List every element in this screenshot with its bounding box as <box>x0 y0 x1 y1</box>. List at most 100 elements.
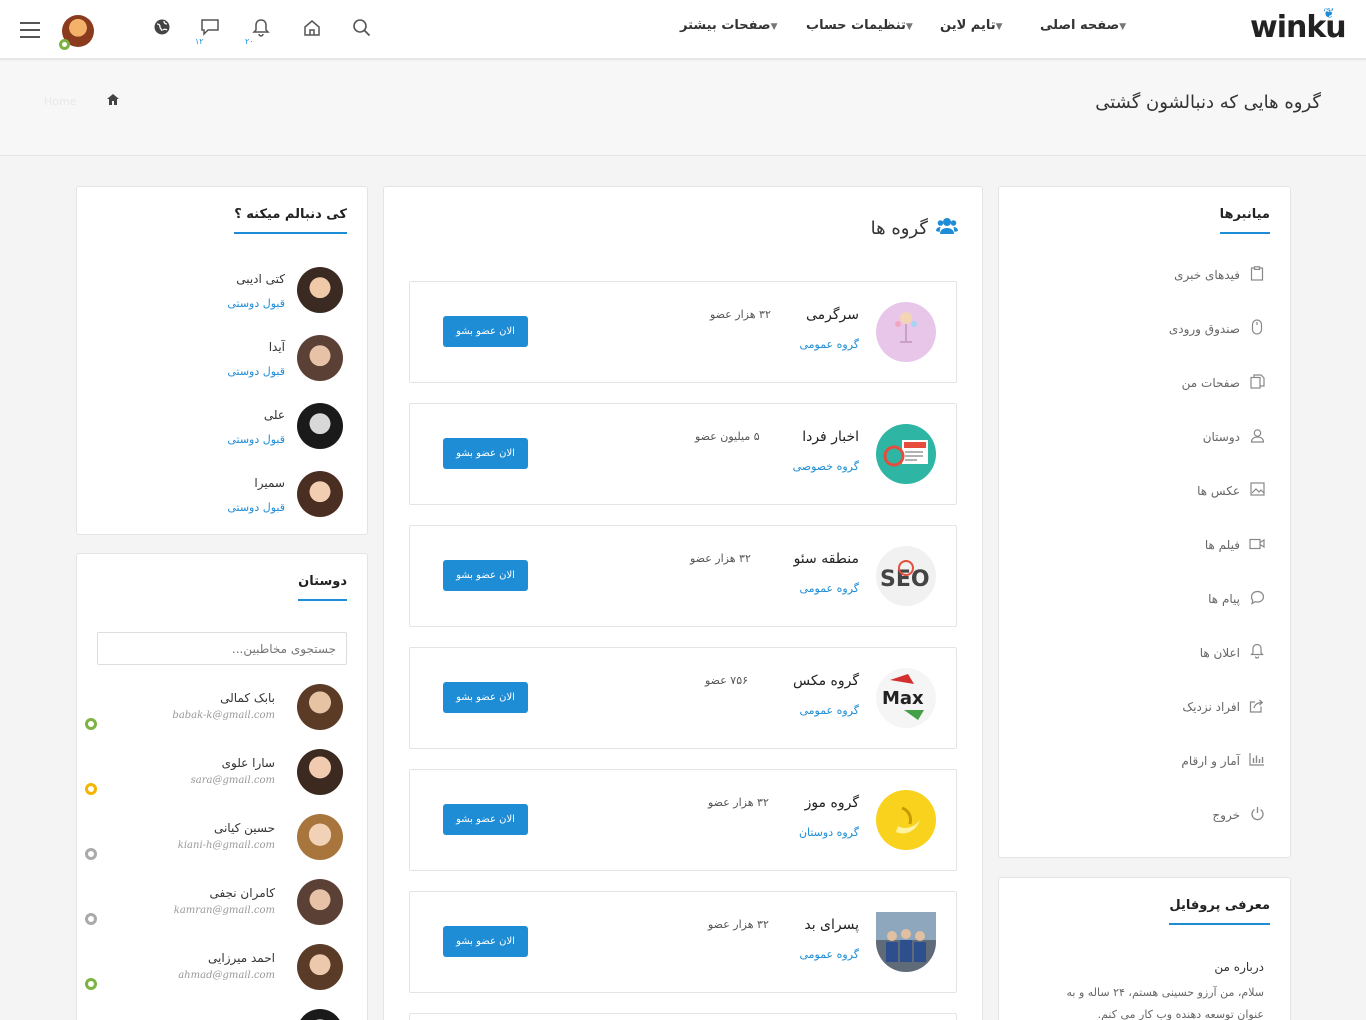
group-name[interactable]: گروه مکس <box>793 673 859 689</box>
group-members: ۳۲ هزار عضو <box>710 308 771 321</box>
friend-avatar[interactable] <box>297 1009 343 1020</box>
svg-text:Max: Max <box>882 688 924 709</box>
group-name[interactable]: منطقه سئو <box>794 551 859 567</box>
nav-timeline[interactable]: ▼تایم لاین <box>940 18 1009 33</box>
group-avatar[interactable] <box>876 424 936 484</box>
globe-icon[interactable] <box>151 18 173 40</box>
online-status-dot <box>59 39 70 50</box>
friend-avatar[interactable] <box>297 749 343 795</box>
breadcrumb-home-label[interactable]: Home <box>44 95 76 108</box>
friend-avatar[interactable] <box>297 944 343 990</box>
group-type: گروه عمومی <box>799 704 859 717</box>
group-avatar[interactable] <box>876 302 936 362</box>
followers-title: کی دنبالم میکنه ؟ <box>234 207 347 234</box>
shortcut-statistics[interactable]: آمار و ارقام <box>1181 751 1266 771</box>
join-group-button[interactable]: الان عضو بشو <box>443 682 528 713</box>
group-name[interactable]: اخبار فردا <box>802 429 859 445</box>
friend-avatar[interactable] <box>297 814 343 860</box>
group-type: گروه عمومی <box>799 948 859 961</box>
mouse-icon <box>1248 319 1266 339</box>
about-me-heading: درباره من <box>1214 960 1264 974</box>
join-group-button[interactable]: الان عضو بشو <box>443 560 528 591</box>
friend-avatar[interactable] <box>297 879 343 925</box>
chart-icon <box>1248 752 1266 770</box>
friend-item: احمد میرزایی ahmad@gmail.com <box>85 944 343 994</box>
group-card: SEO منطقه سئو گروه عمومی ۳۲ هزار عضو الا… <box>409 525 957 627</box>
friend-name[interactable]: کامران نجفی <box>209 886 275 900</box>
follower-name[interactable]: آیدا <box>269 340 285 354</box>
follower-avatar[interactable] <box>297 335 343 381</box>
friend-status-dot <box>85 783 97 795</box>
shortcut-notifications[interactable]: اعلان ها <box>1200 643 1266 663</box>
group-name[interactable]: سرگرمی <box>806 307 859 323</box>
friend-email: kiani-h@gmail.com <box>177 840 275 851</box>
group-avatar[interactable]: SEO <box>876 546 936 606</box>
user-avatar[interactable] <box>59 15 94 50</box>
nav-home[interactable]: ▼صفحه اصلی <box>1040 18 1132 33</box>
logo-drop-icon: ❦ <box>1323 6 1335 22</box>
group-avatar[interactable]: Max <box>876 668 936 728</box>
follower-name[interactable]: کتی ادیبی <box>236 272 285 286</box>
group-avatar[interactable] <box>876 912 936 972</box>
accept-friend-link[interactable]: قبول دوستی <box>227 433 285 446</box>
group-avatar[interactable] <box>876 790 936 850</box>
shortcut-messages[interactable]: پیام ها <box>1208 589 1266 609</box>
follower-name[interactable]: علی <box>264 408 285 422</box>
accept-friend-link[interactable]: قبول دوستی <box>227 501 285 514</box>
shortcut-photos[interactable]: عکس ها <box>1197 481 1266 501</box>
shortcut-friends[interactable]: دوستان <box>1203 427 1266 447</box>
group-type: گروه عمومی <box>799 582 859 595</box>
files-icon <box>1248 373 1266 393</box>
friend-email: kamran@gmail.com <box>173 905 275 916</box>
group-card: Max گروه مکس گروه عمومی ۷۵۶ عضو الان عضو… <box>409 647 957 749</box>
friend-item <box>93 1009 343 1020</box>
friend-avatar[interactable] <box>297 684 343 730</box>
follower-avatar[interactable] <box>297 403 343 449</box>
join-group-button[interactable]: الان عضو بشو <box>443 926 528 957</box>
accept-friend-link[interactable]: قبول دوستی <box>227 365 285 378</box>
friend-name[interactable]: بابک کمالی <box>220 691 275 705</box>
friend-name[interactable]: سارا علوی <box>222 756 275 770</box>
home-icon[interactable] <box>301 18 323 40</box>
hamburger-menu-icon[interactable] <box>20 22 40 38</box>
join-group-button[interactable]: الان عضو بشو <box>443 804 528 835</box>
shortcut-logout[interactable]: خروج <box>1212 805 1266 825</box>
profile-intro-widget: معرفی پروفایل درباره من سلام، من آرزو حس… <box>998 877 1291 1020</box>
friend-name[interactable]: حسین کیانی <box>214 821 275 835</box>
groups-panel: گروه ها سرگرمی گروه عمومی ۳۲ هزار عضو ال… <box>383 186 983 1020</box>
followers-widget: کی دنبالم میکنه ؟ کتی ادیبی قبول دوستی آ… <box>76 186 368 535</box>
join-group-button[interactable]: الان عضو بشو <box>443 316 528 347</box>
group-name[interactable]: پسرای بد <box>804 917 859 933</box>
contacts-search-input[interactable] <box>97 632 347 665</box>
chevron-down-icon: ▼ <box>1119 22 1127 32</box>
nav-account-settings[interactable]: ▼تنظیمات حساب <box>806 18 919 33</box>
join-group-button[interactable]: الان عضو بشو <box>443 438 528 469</box>
friend-status-dot <box>85 718 97 730</box>
friend-email: ahmad@gmail.com <box>178 970 275 981</box>
logo[interactable]: winku ❦ <box>1250 6 1347 45</box>
svg-text:SEO: SEO <box>880 567 930 592</box>
search-icon[interactable] <box>351 18 373 40</box>
friend-name[interactable]: احمد میرزایی <box>208 951 275 965</box>
accept-friend-link[interactable]: قبول دوستی <box>227 297 285 310</box>
friends-widget: دوستان بابک کمالی babak-k@gmail.com سارا… <box>76 553 368 1020</box>
friend-item: سارا علوی sara@gmail.com <box>85 749 343 799</box>
friend-item: بابک کمالی babak-k@gmail.com <box>85 684 343 734</box>
top-navbar: ۱۲ ۲۰ ▼صفحات بیشتر ▼تنظیمات حساب ▼تایم ل… <box>0 0 1366 60</box>
friend-status-dot <box>85 848 97 860</box>
breadcrumb-home-icon[interactable] <box>107 94 119 108</box>
shortcut-videos[interactable]: فیلم ها <box>1205 535 1266 555</box>
notifications-count-badge: ۲۰ <box>245 37 254 46</box>
shortcut-news-feed[interactable]: فیدهای خبری <box>1174 265 1266 285</box>
group-type: گروه عمومی <box>799 338 859 351</box>
follower-name[interactable]: سمیرا <box>254 476 285 490</box>
shortcut-inbox[interactable]: صندوق ورودی <box>1169 319 1266 339</box>
follower-avatar[interactable] <box>297 471 343 517</box>
group-members: ۳۲ هزار عضو <box>708 796 769 809</box>
shortcut-nearby-people[interactable]: افراد نزدیک <box>1182 697 1266 717</box>
follower-avatar[interactable] <box>297 267 343 313</box>
chevron-down-icon: ▼ <box>905 22 913 32</box>
nav-more-pages[interactable]: ▼صفحات بیشتر <box>680 18 784 33</box>
group-name[interactable]: گروه موز <box>805 795 859 811</box>
shortcut-my-pages[interactable]: صفحات من <box>1182 373 1266 393</box>
